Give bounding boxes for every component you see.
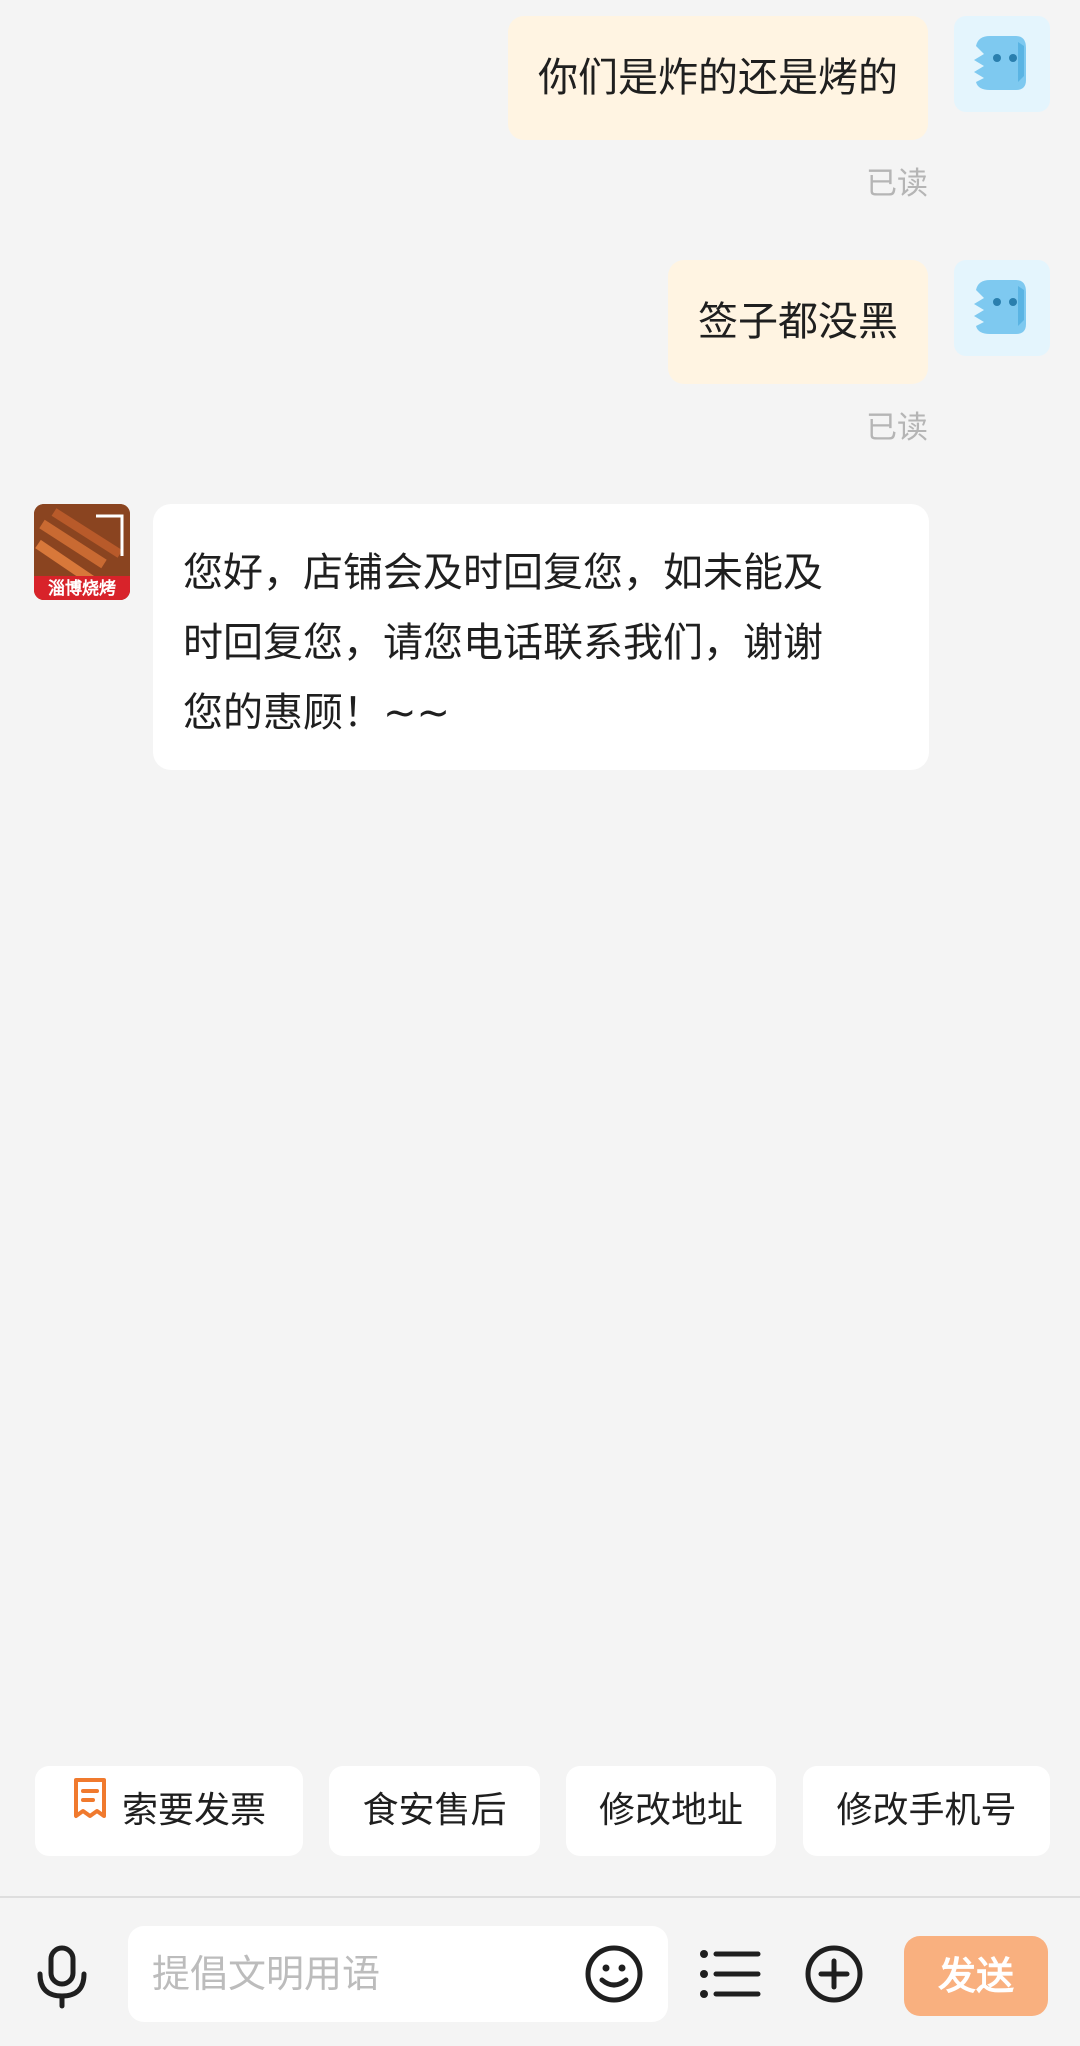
quick-reply-bar: 索要发票 食安售后 修改地址 修改手机号 [0, 1766, 1080, 1856]
user-avatar[interactable] [954, 16, 1050, 112]
input-bar: 提倡文明用语 发送 [0, 1898, 1080, 2046]
plus-circle-icon[interactable] [804, 1944, 864, 2008]
list-icon[interactable] [698, 1946, 762, 2006]
quick-reply-change-address[interactable]: 修改地址 [566, 1766, 776, 1856]
message-bubble[interactable]: 签子都没黑 [668, 260, 928, 384]
message-line: 时回复您，请您电话联系我们，谢谢 [183, 620, 823, 666]
user-avatar-icon [974, 280, 1026, 334]
message-line: 您的惠顾！~~ [183, 690, 451, 736]
read-status: 已读 [866, 410, 928, 446]
quick-reply-label: 食安售后 [362, 1790, 507, 1831]
quick-reply-label: 索要发票 [121, 1790, 266, 1831]
emoji-icon[interactable] [584, 1944, 644, 2008]
quick-reply-invoice[interactable]: 索要发票 [35, 1766, 303, 1856]
chat-area: 你们是炸的还是烤的 已读 签子都没黑 已读 淄博烧烤 您好，店铺会及时回复您，如… [0, 0, 1080, 1760]
read-status: 已读 [866, 166, 928, 202]
message-bubble[interactable]: 你们是炸的还是烤的 [508, 16, 928, 140]
shop-logo-text: 淄博烧烤 [48, 578, 116, 599]
send-button[interactable]: 发送 [904, 1936, 1048, 2016]
user-avatar-icon [974, 36, 1026, 90]
quick-reply-change-phone[interactable]: 修改手机号 [803, 1766, 1050, 1856]
shop-avatar[interactable]: 淄博烧烤 [34, 504, 130, 600]
message-bubble-incoming[interactable]: 您好，店铺会及时回复您，如未能及 时回复您，请您电话联系我们，谢谢 您的惠顾！~… [153, 504, 929, 770]
quick-reply-label: 修改地址 [598, 1790, 743, 1831]
microphone-icon[interactable] [30, 1944, 94, 2014]
receipt-icon [72, 1764, 108, 1854]
user-avatar[interactable] [954, 260, 1050, 356]
input-placeholder: 提倡文明用语 [152, 1952, 381, 1996]
quick-reply-food-safety[interactable]: 食安售后 [329, 1766, 540, 1856]
quick-reply-label: 修改手机号 [836, 1790, 1017, 1831]
message-line: 您好，店铺会及时回复您，如未能及 [183, 550, 823, 596]
shop-avatar-image: 淄博烧烤 [34, 504, 130, 600]
